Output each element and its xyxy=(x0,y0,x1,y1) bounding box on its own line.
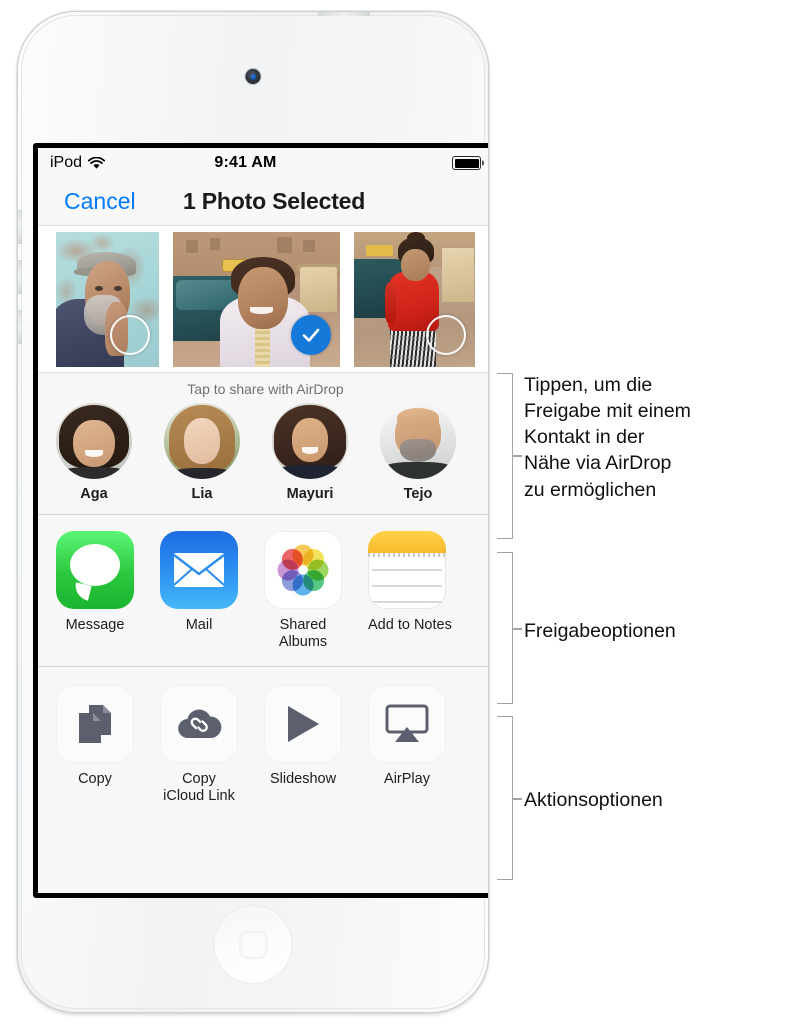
action-options-row: Copy Copy iCloud Link Slideshow AirPlay xyxy=(38,684,488,806)
share-option-label: Shared Albums xyxy=(278,617,328,651)
photo-select-circle-3[interactable] xyxy=(426,314,466,355)
screen-content: iPod 9:41 AM Cancel 1 Photo Selected Tap… xyxy=(38,148,488,893)
screenshot-stage: iPod 9:41 AM Cancel 1 Photo Selected Tap… xyxy=(0,0,798,1032)
checkmark-icon xyxy=(302,328,320,342)
action-options-section: Copy Copy iCloud Link Slideshow AirPlay xyxy=(38,666,488,826)
front-camera-icon xyxy=(245,69,261,84)
contact-name: Tejo xyxy=(403,486,433,502)
airdrop-bracket xyxy=(497,373,513,539)
ipod-touch-device: iPod 9:41 AM Cancel 1 Photo Selected Tap… xyxy=(18,12,488,1012)
photos-icon xyxy=(264,531,342,609)
airdrop-bracket-tick xyxy=(513,455,522,457)
battery-icon xyxy=(452,156,481,170)
notes-icon xyxy=(368,531,446,609)
action-option-label: Slideshow xyxy=(269,770,337,787)
icloud-link-icon xyxy=(160,684,238,763)
share-option-message[interactable]: Message xyxy=(56,531,134,652)
action-options-bracket xyxy=(497,716,513,880)
status-bar: iPod 9:41 AM xyxy=(38,148,488,178)
share-options-bracket-tick xyxy=(513,628,522,630)
share-options-callout-text: Freigabeoptionen xyxy=(524,620,676,642)
play-icon xyxy=(264,684,342,763)
power-button[interactable] xyxy=(318,12,370,16)
copy-icon xyxy=(56,684,134,763)
share-options-section: Message Mail Shared Albums Add to Notes xyxy=(38,515,488,667)
airdrop-contact-lia[interactable]: Lia xyxy=(164,403,240,502)
selected-photos-strip xyxy=(38,226,488,373)
home-button-glyph xyxy=(239,931,267,958)
device-screen: iPod 9:41 AM Cancel 1 Photo Selected Tap… xyxy=(33,143,488,898)
share-options-row: Message Mail Shared Albums Add to Notes xyxy=(38,531,488,652)
mute-switch[interactable] xyxy=(18,310,22,344)
action-option-airplay[interactable]: AirPlay xyxy=(368,684,446,806)
cancel-button[interactable]: Cancel xyxy=(64,188,136,215)
airdrop-title: Tap to share with AirDrop xyxy=(187,381,344,397)
avatar xyxy=(56,403,132,479)
action-option-label: Copy iCloud Link xyxy=(163,770,235,805)
airdrop-contacts-row: Aga Lia Mayuri Tejo xyxy=(38,403,488,502)
airplay-icon xyxy=(368,684,446,763)
mail-icon xyxy=(160,531,238,609)
action-options-callout-text: Aktionsoptionen xyxy=(524,789,663,811)
photo-select-circle-2[interactable] xyxy=(291,314,331,355)
share-option-label: Message xyxy=(65,617,125,633)
action-option-copy[interactable]: Copy xyxy=(56,684,134,806)
airdrop-section: Tap to share with AirDrop Aga Lia Mayuri… xyxy=(38,373,488,515)
navigation-bar: Cancel 1 Photo Selected xyxy=(38,178,488,226)
airdrop-contact-tejo[interactable]: Tejo xyxy=(380,403,456,502)
action-option-slideshow[interactable]: Slideshow xyxy=(264,684,342,806)
volume-up-button[interactable] xyxy=(18,210,22,244)
share-options-bracket xyxy=(497,552,513,704)
contact-name: Lia xyxy=(191,486,213,502)
photo-thumbnail-1[interactable] xyxy=(56,231,159,367)
share-option-label: Mail xyxy=(185,617,213,633)
avatar xyxy=(164,403,240,479)
airdrop-contact-mayuri[interactable]: Mayuri xyxy=(272,403,348,502)
volume-down-button[interactable] xyxy=(18,260,22,294)
share-option-add-to-notes[interactable]: Add to Notes xyxy=(368,531,452,652)
avatar xyxy=(272,403,348,479)
action-option-label: AirPlay xyxy=(384,770,430,787)
photo-thumbnail-3[interactable] xyxy=(354,231,475,367)
share-option-mail[interactable]: Mail xyxy=(160,531,238,652)
page-title: 1 Photo Selected xyxy=(183,188,366,214)
avatar xyxy=(380,403,456,479)
photo-select-circle-1[interactable] xyxy=(110,314,150,355)
action-options-bracket-tick xyxy=(513,798,522,800)
action-option-label: Copy xyxy=(78,770,112,787)
contact-name: Aga xyxy=(80,486,108,502)
airdrop-contact-aga[interactable]: Aga xyxy=(56,403,132,502)
airdrop-callout-text: Tippen, um die Freigabe mit einem Kontak… xyxy=(524,374,691,501)
status-bar-clock: 9:41 AM xyxy=(214,154,277,171)
message-icon xyxy=(56,531,134,609)
photo-thumbnail-2[interactable] xyxy=(173,231,340,367)
share-option-shared-albums[interactable]: Shared Albums xyxy=(264,531,342,652)
action-option-copy-icloud-link[interactable]: Copy iCloud Link xyxy=(160,684,238,806)
home-button[interactable] xyxy=(213,905,293,984)
share-option-label: Add to Notes xyxy=(368,617,452,633)
contact-name: Mayuri xyxy=(286,486,334,502)
